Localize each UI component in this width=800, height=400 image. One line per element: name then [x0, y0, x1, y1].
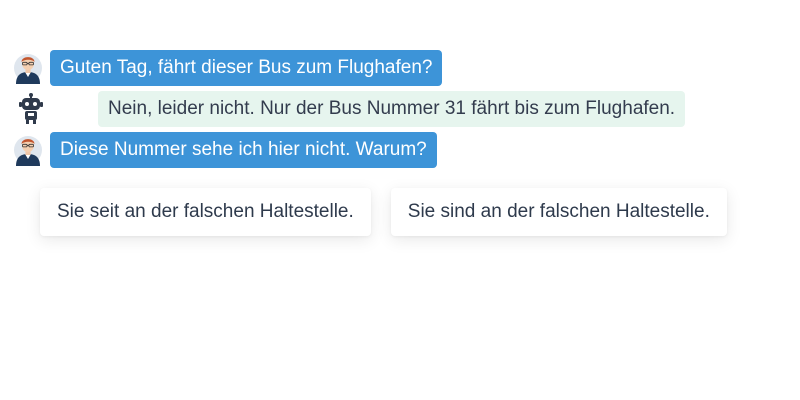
user-avatar-icon — [14, 136, 42, 166]
chat-message-bot: Nein, leider nicht. Nur der Bus Nummer 3… — [0, 91, 800, 127]
user-message-bubble: Diese Nummer sehe ich hier nicht. Warum? — [50, 132, 437, 168]
answer-option-button[interactable]: Sie seit an der falschen Haltestelle. — [40, 188, 371, 236]
user-avatar-icon — [14, 54, 42, 84]
answer-option-button[interactable]: Sie sind an der falschen Haltestelle. — [390, 188, 727, 236]
chat-message-user: Diese Nummer sehe ich hier nicht. Warum? — [0, 132, 800, 168]
chat-message-user: Guten Tag, fährt dieser Bus zum Flughafe… — [0, 50, 800, 86]
answer-options: Sie seit an der falschen Haltestelle. Si… — [40, 188, 727, 236]
chat-panel: Guten Tag, fährt dieser Bus zum Flughafe… — [0, 0, 800, 400]
user-message-bubble: Guten Tag, fährt dieser Bus zum Flughafe… — [50, 50, 443, 86]
bot-message-bubble: Nein, leider nicht. Nur der Bus Nummer 3… — [98, 91, 686, 127]
robot-icon — [19, 93, 43, 124]
